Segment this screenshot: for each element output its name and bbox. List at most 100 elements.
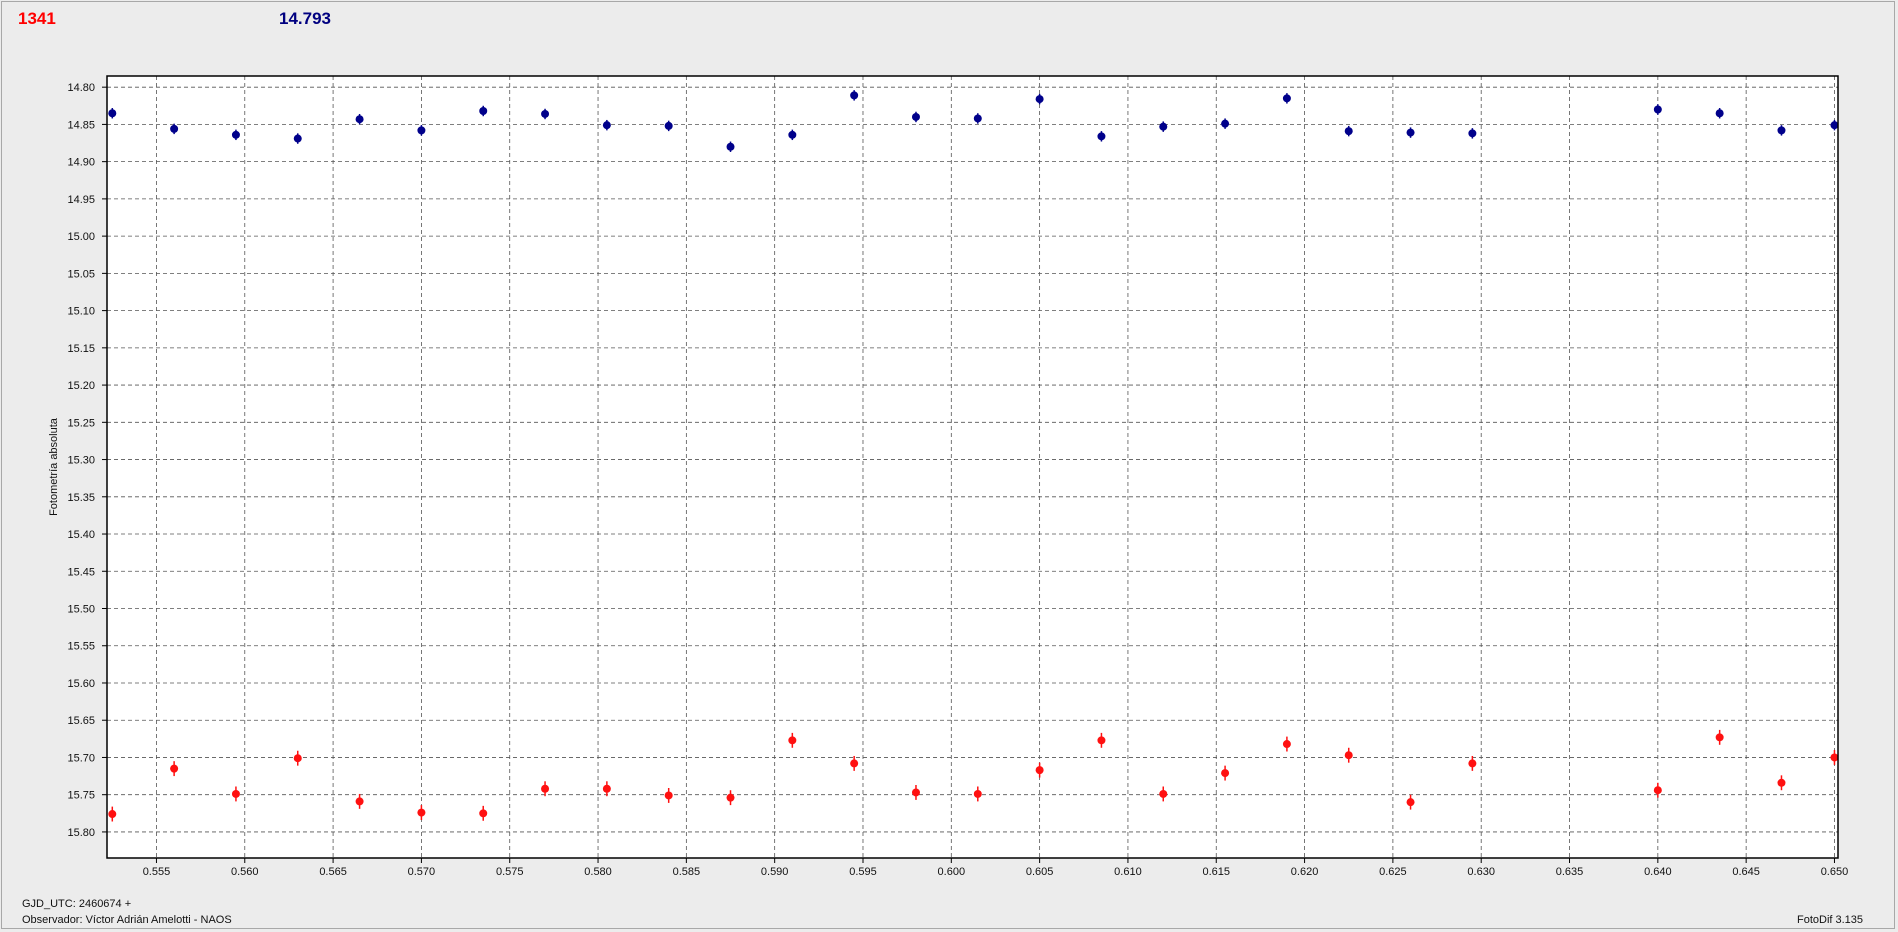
data-point [479, 809, 488, 818]
data-point [726, 793, 735, 802]
data-point [911, 788, 920, 797]
y-tick-label: 15.00 [67, 231, 95, 243]
x-axis: 0.555 0.560 0.565 0.570 0.575 0.580 0.585 0.590… [143, 858, 1849, 878]
data-point [1159, 122, 1168, 131]
data-point [355, 797, 364, 806]
y-tick-label: 14.90 [67, 157, 95, 169]
data-point [108, 109, 117, 118]
data-point [1715, 733, 1724, 742]
data-point [355, 115, 364, 124]
data-point [1344, 751, 1353, 760]
x-tick-label: 0.615 [1202, 866, 1230, 878]
y-tick-label: 15.25 [67, 417, 95, 429]
y-tick-label: 15.50 [67, 604, 95, 616]
data-point [417, 126, 426, 135]
x-tick-label: 0.640 [1644, 866, 1672, 878]
data-point [850, 759, 859, 768]
data-point [1468, 129, 1477, 138]
lightcurve-chart: 14.80 14.85 14.90 14.95 15.00 15.05 15.10 15.15… [48, 75, 1849, 878]
y-tick-label: 14.95 [67, 194, 95, 206]
y-tick-label: 15.75 [67, 790, 95, 802]
y-tick-label: 15.65 [67, 715, 95, 727]
data-point [973, 789, 982, 798]
y-tick-label: 14.80 [67, 82, 95, 94]
x-tick-label: 0.555 [143, 866, 171, 878]
data-point [293, 754, 302, 763]
x-tick-label: 0.595 [849, 866, 877, 878]
x-tick-label: 0.560 [231, 866, 259, 878]
data-point [850, 91, 859, 100]
y-tick-label: 15.60 [67, 678, 95, 690]
data-point [788, 736, 797, 745]
data-point [1221, 769, 1230, 778]
x-tick-label: 0.645 [1732, 866, 1760, 878]
y-tick-label: 15.10 [67, 306, 95, 318]
data-point [602, 784, 611, 793]
data-point [108, 810, 117, 819]
data-point [664, 791, 673, 800]
data-point [231, 130, 240, 139]
data-point [541, 784, 550, 793]
x-tick-label: 0.635 [1556, 866, 1584, 878]
data-point [541, 109, 550, 118]
data-point [1715, 109, 1724, 118]
y-tick-label: 15.15 [67, 343, 95, 355]
data-point [1406, 798, 1415, 807]
y-tick-label: 15.35 [67, 492, 95, 504]
x-tick-label: 0.585 [673, 866, 701, 878]
data-point [417, 808, 426, 817]
x-tick-label: 0.620 [1291, 866, 1319, 878]
x-tick-label: 0.650 [1821, 866, 1849, 878]
data-point [293, 134, 302, 143]
y-tick-label: 15.55 [67, 641, 95, 653]
observer-label: Observador: Víctor Adrián Amelotti - NAO… [22, 914, 232, 926]
data-point [1777, 126, 1786, 135]
data-point [1653, 786, 1662, 795]
x-tick-label: 0.590 [761, 866, 789, 878]
x-tick-label: 0.630 [1467, 866, 1495, 878]
gjd-label: GJD_UTC: 2460674 + [22, 898, 132, 910]
data-point [911, 112, 920, 121]
data-point [1344, 127, 1353, 136]
y-tick-label: 15.30 [67, 455, 95, 467]
x-tick-label: 0.625 [1379, 866, 1407, 878]
data-point [1282, 94, 1291, 103]
y-tick-label: 15.40 [67, 529, 95, 541]
data-point [1221, 119, 1230, 128]
data-point [1282, 740, 1291, 749]
y-tick-label: 14.85 [67, 119, 95, 131]
y-axis-label: Fotometría absoluta [48, 417, 60, 516]
data-point [1097, 132, 1106, 141]
y-tick-label: 15.45 [67, 566, 95, 578]
data-point [1159, 789, 1168, 798]
data-point [664, 121, 673, 130]
data-point [1777, 778, 1786, 787]
x-tick-label: 0.605 [1026, 866, 1054, 878]
x-tick-label: 0.565 [319, 866, 347, 878]
data-point [1653, 105, 1662, 114]
data-point [1406, 128, 1415, 137]
y-tick-label: 15.05 [67, 268, 95, 280]
y-axis: 14.80 14.85 14.90 14.95 15.00 15.05 15.10 15.15… [67, 82, 107, 839]
data-point [231, 789, 240, 798]
plot-area [107, 76, 1838, 858]
data-point [1468, 759, 1477, 768]
data-point [170, 764, 179, 773]
data-point [1035, 95, 1044, 104]
data-point [973, 114, 982, 123]
x-tick-label: 0.600 [938, 866, 966, 878]
data-point [1035, 766, 1044, 775]
data-point [726, 142, 735, 151]
y-tick-label: 15.70 [67, 752, 95, 764]
data-point [1097, 736, 1106, 745]
x-tick-label: 0.580 [584, 866, 612, 878]
data-point [602, 121, 611, 130]
data-point [479, 107, 488, 116]
x-tick-label: 0.610 [1114, 866, 1142, 878]
data-point [170, 124, 179, 133]
y-tick-label: 15.80 [67, 827, 95, 839]
y-tick-label: 15.20 [67, 380, 95, 392]
data-point [788, 130, 797, 139]
software-version: FotoDif 3.135 [1797, 914, 1864, 926]
x-tick-label: 0.570 [408, 866, 436, 878]
